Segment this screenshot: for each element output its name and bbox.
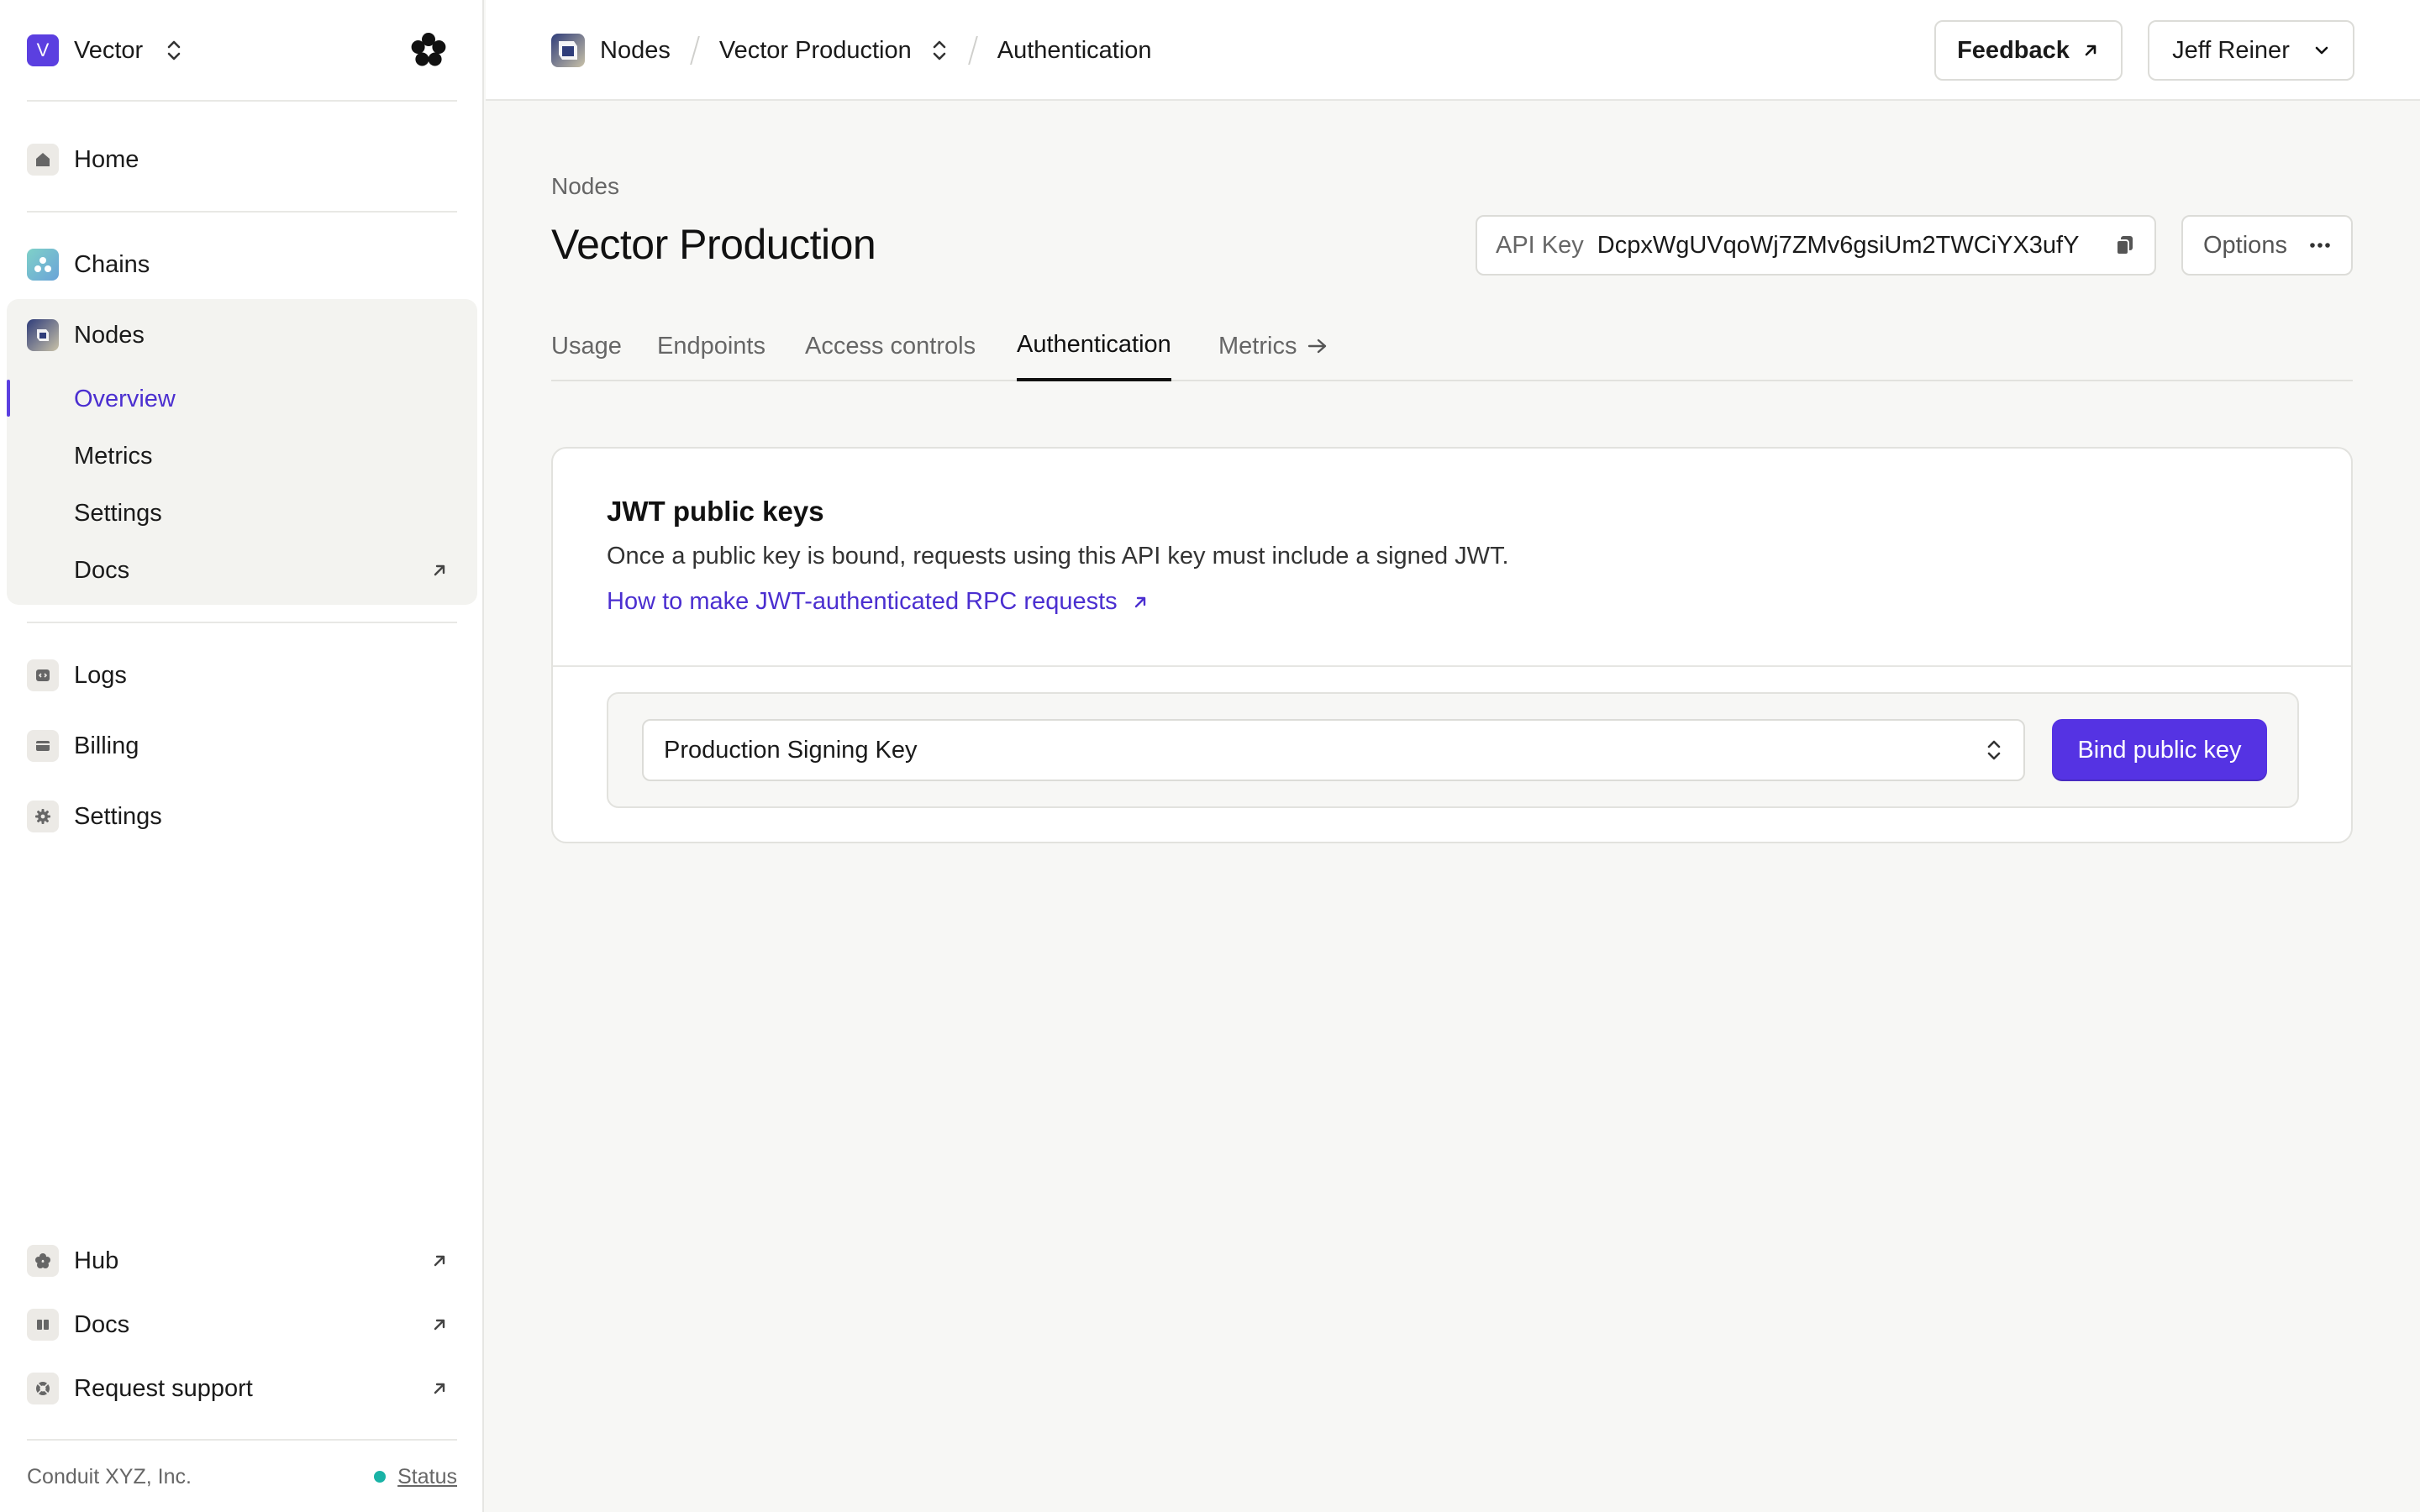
sidebar-item-label: Settings	[74, 802, 162, 830]
sidebar-item-label: Docs	[74, 1310, 130, 1338]
breadcrumb-separator	[689, 36, 700, 65]
public-key-select[interactable]: Production Signing Key	[642, 719, 2025, 781]
external-link-icon	[434, 1319, 445, 1331]
tab-access-controls[interactable]: Access controls	[805, 311, 976, 381]
sidebar-subitem-overview[interactable]: Overview	[74, 375, 457, 423]
home-icon	[27, 144, 59, 176]
tab-authentication[interactable]: Authentication	[1017, 311, 1171, 381]
chevron-up-down-icon	[167, 40, 181, 60]
breadcrumb-project[interactable]: Vector Production	[719, 37, 912, 65]
breadcrumb-separator	[967, 36, 978, 65]
jwt-docs-link[interactable]: How to make JWT-authenticated RPC reques…	[607, 588, 1150, 616]
top-bar: Nodes Vector Production Authentication F…	[486, 0, 2420, 101]
arrow-right-icon	[1308, 339, 1327, 354]
sidebar-item-hub[interactable]: Hub	[27, 1237, 457, 1284]
active-indicator	[7, 380, 10, 417]
chains-icon	[27, 249, 59, 281]
breadcrumb-current: Authentication	[997, 36, 1152, 64]
gear-icon	[27, 801, 59, 832]
api-key-value[interactable]: DcpxWgUVqoWj7ZMv6gsiUm2TWCiYX3ufY	[1597, 232, 2080, 260]
tab-label: Metrics	[1218, 332, 1297, 360]
sidebar-item-label: Home	[74, 145, 139, 173]
sidebar-subitem-settings[interactable]: Settings	[74, 490, 457, 537]
sidebar-item-label: Logs	[74, 661, 127, 689]
credit-card-icon	[27, 730, 59, 762]
org-name: Vector	[74, 36, 144, 64]
sidebar: V Vector Home Chains Nodes Overview Metr…	[0, 0, 484, 1512]
chevron-up-down-icon	[1987, 740, 2001, 760]
sidebar-item-settings[interactable]: Settings	[27, 793, 457, 840]
select-value: Production Signing Key	[664, 736, 918, 764]
sidebar-item-billing[interactable]: Billing	[27, 722, 457, 769]
link-label: How to make JWT-authenticated RPC reques…	[607, 588, 1118, 615]
sidebar-subitem-docs[interactable]: Docs	[74, 547, 457, 594]
feedback-label: Feedback	[1957, 36, 2070, 64]
sidebar-subitem-label: Docs	[74, 556, 130, 584]
hub-icon	[27, 1245, 59, 1277]
tab-metrics[interactable]: Metrics	[1218, 311, 1328, 381]
tab-bar: Usage Endpoints Access controls Authenti…	[551, 311, 2353, 381]
options-button[interactable]: Options	[2181, 215, 2353, 276]
sidebar-item-chains[interactable]: Chains	[27, 241, 457, 288]
api-key-label: API Key	[1496, 231, 1584, 259]
org-switcher[interactable]: V Vector	[27, 30, 449, 71]
sidebar-item-label: Billing	[74, 732, 139, 759]
sidebar-item-docs[interactable]: Docs	[27, 1301, 457, 1348]
sidebar-subitem-metrics[interactable]: Metrics	[74, 433, 457, 480]
nodes-icon	[551, 34, 585, 67]
status-label: Status	[397, 1464, 457, 1488]
external-link-icon	[434, 1383, 445, 1394]
card-title: JWT public keys	[607, 496, 824, 527]
chevron-up-down-icon[interactable]	[930, 37, 949, 64]
card-divider	[553, 665, 2351, 667]
sidebar-item-label: Hub	[74, 1247, 119, 1274]
org-avatar: V	[27, 34, 59, 66]
page-title: Vector Production	[551, 221, 876, 268]
user-name: Jeff Reiner	[2172, 36, 2290, 64]
chevron-down-icon	[2315, 46, 2328, 55]
sidebar-divider	[27, 100, 457, 102]
sidebar-item-nodes[interactable]: Nodes	[27, 312, 457, 359]
bind-public-key-button[interactable]: Bind public key	[2052, 719, 2267, 781]
user-menu-button[interactable]: Jeff Reiner	[2148, 20, 2354, 81]
tab-usage[interactable]: Usage	[551, 311, 622, 381]
bind-key-form: Production Signing Key Bind public key	[607, 692, 2299, 808]
brand-logo-icon[interactable]	[408, 30, 449, 71]
copy-icon[interactable]	[2114, 234, 2136, 257]
sidebar-item-home[interactable]: Home	[27, 136, 457, 183]
status-dot-icon	[374, 1471, 387, 1483]
status-link[interactable]: Status	[374, 1465, 457, 1489]
feedback-button[interactable]: Feedback	[1934, 20, 2123, 81]
more-horizontal-icon	[2310, 243, 2330, 248]
page-eyebrow: Nodes	[551, 173, 619, 199]
sidebar-divider	[27, 1439, 457, 1441]
sidebar-item-label: Request support	[74, 1374, 253, 1402]
nodes-icon	[27, 319, 59, 351]
breadcrumb-nodes[interactable]: Nodes	[600, 37, 671, 65]
card-description: Once a public key is bound, requests usi…	[607, 543, 1509, 570]
book-icon	[27, 1309, 59, 1341]
options-label: Options	[2203, 231, 2287, 259]
breadcrumb: Nodes Vector Production Authentication	[551, 30, 1152, 71]
sidebar-item-label: Nodes	[74, 321, 145, 349]
company-name: Conduit XYZ, Inc.	[27, 1464, 192, 1488]
external-link-icon	[434, 1255, 445, 1267]
sidebar-item-label: Chains	[74, 250, 150, 278]
sidebar-divider	[27, 622, 457, 623]
external-link-icon	[2085, 45, 2096, 56]
tab-endpoints[interactable]: Endpoints	[657, 311, 765, 381]
external-link-icon	[434, 564, 445, 576]
api-key-field: API Key DcpxWgUVqoWj7ZMv6gsiUm2TWCiYX3uf…	[1476, 215, 2156, 276]
sidebar-footer: Conduit XYZ, Inc. Status	[27, 1457, 457, 1497]
sidebar-item-logs[interactable]: Logs	[27, 652, 457, 699]
external-link-icon	[1134, 596, 1145, 607]
support-icon	[27, 1373, 59, 1404]
sidebar-item-request-support[interactable]: Request support	[27, 1365, 457, 1412]
jwt-card: JWT public keys Once a public key is bou…	[551, 447, 2353, 843]
sidebar-divider	[27, 211, 457, 213]
code-icon	[27, 659, 59, 691]
